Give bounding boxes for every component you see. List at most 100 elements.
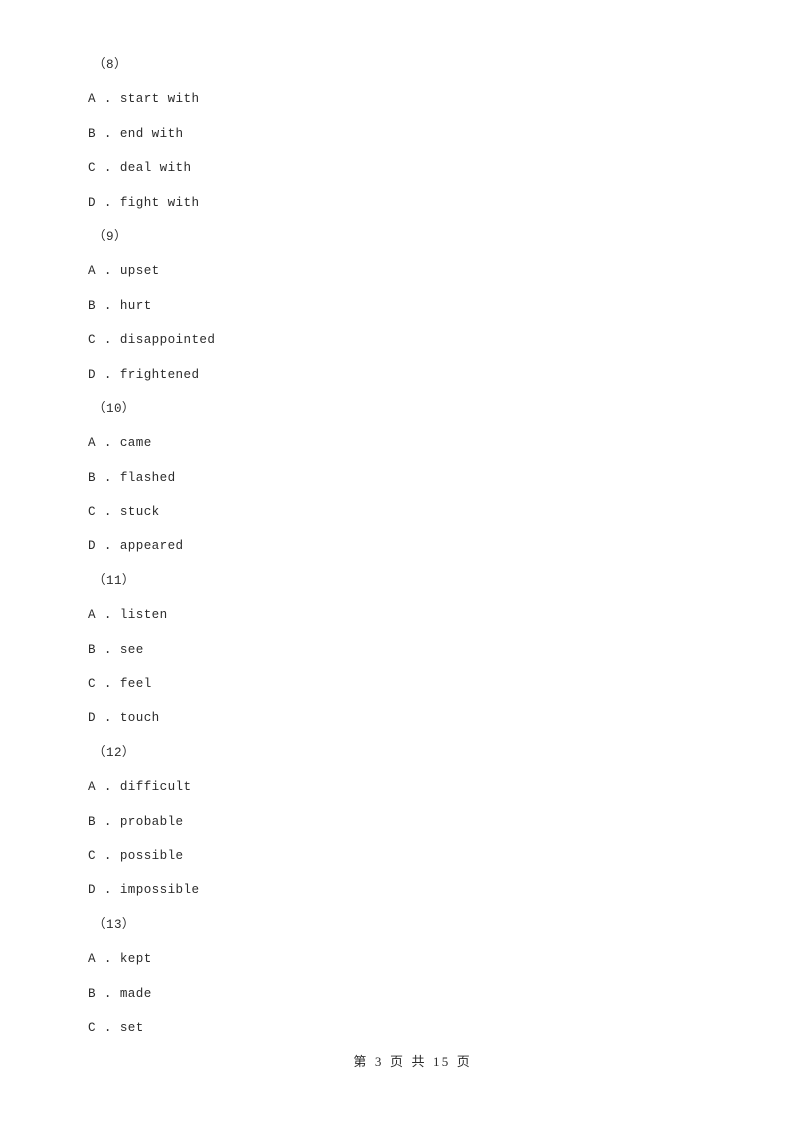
option-letter: D: [88, 195, 96, 210]
option-text: probable: [119, 814, 184, 829]
option-separator: .: [95, 333, 120, 348]
option-text: appeared: [119, 539, 184, 554]
option-separator: .: [95, 986, 120, 1001]
option-separator: .: [95, 608, 120, 623]
option-separator: .: [95, 126, 120, 141]
option-separator: .: [95, 92, 120, 107]
question-block: （13） A . kept B . made C . set: [88, 908, 708, 1046]
option-letter: B: [88, 986, 96, 1001]
option-line[interactable]: B . see: [88, 633, 708, 667]
option-letter: C: [88, 161, 96, 176]
option-separator: .: [95, 195, 120, 210]
option-text: see: [119, 642, 144, 657]
option-letter: D: [88, 539, 96, 554]
option-letter: B: [88, 814, 96, 829]
option-separator: .: [95, 711, 120, 726]
option-text: deal with: [119, 161, 192, 176]
option-text: hurt: [119, 298, 152, 313]
option-letter: D: [88, 711, 96, 726]
option-letter: A: [88, 264, 96, 279]
option-line[interactable]: A . start with: [88, 82, 708, 116]
option-line[interactable]: A . difficult: [88, 770, 708, 804]
option-text: stuck: [119, 505, 160, 520]
question-number: （10）: [93, 401, 135, 416]
option-separator: .: [95, 470, 120, 485]
option-separator: .: [95, 539, 120, 554]
footer-current-page: 3: [374, 1054, 384, 1069]
option-text: made: [119, 986, 152, 1001]
option-separator: .: [95, 814, 120, 829]
option-letter: B: [88, 470, 96, 485]
option-separator: .: [95, 952, 120, 967]
question-number: （9）: [93, 229, 127, 244]
option-letter: C: [88, 333, 96, 348]
option-line[interactable]: D . fight with: [88, 186, 708, 220]
option-text: end with: [119, 126, 184, 141]
option-separator: .: [95, 677, 120, 692]
option-letter: A: [88, 608, 96, 623]
option-text: flashed: [119, 470, 176, 485]
option-line[interactable]: B . end with: [88, 117, 708, 151]
option-letter: D: [88, 883, 96, 898]
option-separator: .: [95, 298, 120, 313]
option-letter: C: [88, 505, 96, 520]
option-letter: B: [88, 298, 96, 313]
option-line[interactable]: C . disappointed: [88, 323, 708, 357]
option-text: frightened: [119, 367, 200, 382]
footer-middle-label: 页 共: [389, 1055, 427, 1070]
option-line[interactable]: A . kept: [88, 942, 708, 976]
question-list: （8） A . start with B . end with C . deal wi…: [88, 48, 708, 1045]
option-separator: .: [95, 780, 120, 795]
option-line[interactable]: D . appeared: [88, 529, 708, 563]
question-number: （8）: [93, 58, 127, 72]
question-block: （8） A . start with B . end with C . deal wi…: [88, 48, 708, 220]
option-text: listen: [119, 608, 168, 623]
option-text: fight with: [119, 195, 200, 210]
document-page: （8） A . start with B . end with C . deal wi…: [0, 0, 800, 1132]
option-text: start with: [119, 92, 200, 107]
question-number: （12）: [93, 745, 135, 760]
option-letter: D: [88, 367, 96, 382]
question-block: （9） A . upset B . hurt C . disappointed D . …: [88, 220, 708, 392]
option-separator: .: [95, 264, 120, 279]
question-number: （11）: [93, 573, 135, 588]
option-text: difficult: [119, 780, 192, 795]
page-footer: 第 3 页 共 15 页: [0, 1032, 800, 1093]
option-line[interactable]: A . upset: [88, 254, 708, 288]
option-letter: A: [88, 952, 96, 967]
option-letter: B: [88, 126, 96, 141]
option-text: disappointed: [119, 333, 216, 348]
option-text: feel: [119, 677, 152, 692]
option-line[interactable]: D . impossible: [88, 873, 708, 907]
option-separator: .: [95, 883, 120, 898]
option-letter: A: [88, 436, 96, 451]
option-line[interactable]: C . deal with: [88, 151, 708, 185]
option-separator: .: [95, 642, 120, 657]
option-letter: C: [88, 677, 96, 692]
option-text: impossible: [119, 883, 200, 898]
option-line[interactable]: D . touch: [88, 701, 708, 735]
question-block: （10） A . came B . flashed C . stuck D . appe…: [88, 392, 708, 564]
option-text: came: [119, 436, 152, 451]
option-letter: A: [88, 780, 96, 795]
option-line[interactable]: C . stuck: [88, 495, 708, 529]
option-line[interactable]: B . flashed: [88, 461, 708, 495]
option-line[interactable]: C . feel: [88, 667, 708, 701]
option-line[interactable]: A . came: [88, 426, 708, 460]
footer-total-pages: 15: [433, 1054, 451, 1069]
question-block: （12） A . difficult B . probable C . possibl…: [88, 736, 708, 908]
option-separator: .: [95, 848, 120, 863]
option-separator: .: [95, 161, 120, 176]
option-line[interactable]: C . possible: [88, 839, 708, 873]
option-line[interactable]: B . hurt: [88, 289, 708, 323]
option-line[interactable]: A . listen: [88, 598, 708, 632]
option-text: kept: [119, 952, 152, 967]
option-separator: .: [95, 505, 120, 520]
question-block: （11） A . listen B . see C . feel D . touch: [88, 564, 708, 736]
footer-prefix-label: 第: [353, 1055, 369, 1070]
option-letter: B: [88, 642, 96, 657]
option-line[interactable]: D . frightened: [88, 358, 708, 392]
footer-suffix-label: 页: [456, 1055, 472, 1070]
option-line[interactable]: B . made: [88, 977, 708, 1011]
option-line[interactable]: B . probable: [88, 805, 708, 839]
